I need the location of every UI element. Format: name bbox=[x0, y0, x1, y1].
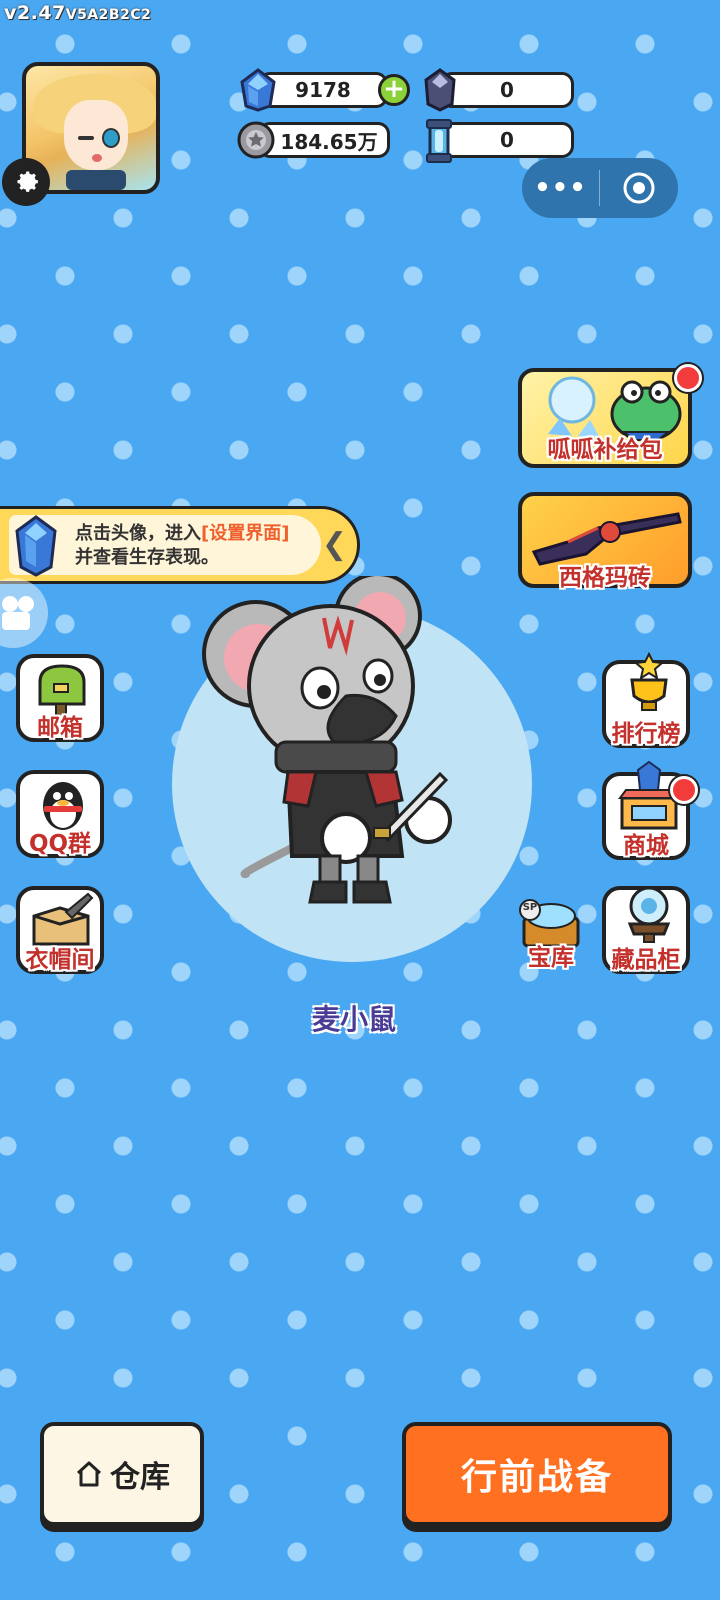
shop-label: 商城 bbox=[623, 833, 669, 859]
add-diamond-button[interactable]: + bbox=[378, 74, 410, 106]
video-camera-icon bbox=[2, 596, 34, 630]
coin-icon bbox=[236, 120, 276, 164]
character-name: 麦小鼠 bbox=[311, 1003, 396, 1036]
tip-text: 点击头像，进入[设置界面] 并查看生存表现。 bbox=[75, 522, 305, 570]
qq-group-label: QQ群 bbox=[28, 831, 92, 857]
prepare-battle-label: 行前战备 bbox=[460, 1457, 613, 1498]
warehouse-button[interactable]: 仓库 bbox=[40, 1422, 204, 1526]
floating-video-handle[interactable] bbox=[0, 578, 48, 648]
tip-prefix: 点击头像，进入 bbox=[75, 523, 201, 544]
mailbox-button[interactable]: 邮箱 bbox=[16, 654, 104, 742]
vault-sp-badge: SP bbox=[522, 902, 538, 913]
collection-cabinet-label: 藏品柜 bbox=[611, 947, 681, 973]
sigma-brick-button[interactable]: 西格玛砖 bbox=[518, 492, 692, 591]
settings-gear-icon[interactable] bbox=[2, 158, 50, 206]
energy-capsule-icon bbox=[424, 118, 464, 163]
home-icon bbox=[76, 1461, 102, 1487]
wardrobe-button[interactable]: 衣帽间 bbox=[16, 886, 104, 974]
version-main: v2.47 bbox=[4, 2, 66, 24]
version-sub: V5A2B2C2 bbox=[65, 7, 152, 23]
shop-notification-dot bbox=[670, 776, 698, 804]
supply-pack-button[interactable]: 呱呱补给包 bbox=[518, 368, 692, 468]
trophy-icon bbox=[630, 652, 668, 711]
dark-crystal-value: 0 bbox=[500, 78, 514, 102]
coin-counter: 184.65万 bbox=[258, 122, 390, 158]
collapse-chevron-icon[interactable]: ❮ bbox=[322, 527, 347, 562]
version-label: v2.47V5A2B2C2 bbox=[4, 2, 151, 24]
diamond-icon bbox=[15, 515, 57, 577]
leaderboard-label: 排行榜 bbox=[611, 721, 681, 747]
collection-cabinet-icon bbox=[627, 886, 671, 943]
tip-suffix: 并查看生存表现。 bbox=[75, 547, 219, 568]
leaderboard-button[interactable]: 排行榜 bbox=[602, 652, 690, 748]
mouse-character[interactable] bbox=[196, 576, 466, 926]
coin-value: 184.65万 bbox=[280, 129, 378, 154]
supply-pack-notification-dot bbox=[674, 364, 702, 392]
warehouse-label: 仓库 bbox=[110, 1460, 170, 1495]
collection-cabinet-button[interactable]: 藏品柜 bbox=[602, 886, 690, 974]
vault-button[interactable]: SP 宝库 bbox=[518, 898, 584, 972]
qq-group-button[interactable]: QQ群 bbox=[16, 770, 104, 858]
mailbox-label: 邮箱 bbox=[37, 715, 83, 741]
capsule-value: 0 bbox=[500, 128, 514, 152]
miniprogram-capsule: ••• bbox=[522, 158, 678, 218]
sigma-brick-label: 西格玛砖 bbox=[559, 565, 651, 591]
tip-highlight: [设置界面] bbox=[201, 523, 290, 544]
more-menu-icon[interactable]: ••• bbox=[522, 173, 599, 203]
wardrobe-label: 衣帽间 bbox=[25, 947, 95, 973]
close-target-icon[interactable] bbox=[600, 170, 677, 206]
dark-crystal-icon bbox=[422, 68, 462, 112]
prepare-battle-button[interactable]: 行前战备 bbox=[402, 1422, 672, 1526]
vault-label: 宝库 bbox=[528, 945, 574, 971]
supply-pack-label: 呱呱补给包 bbox=[547, 437, 663, 463]
diamond-icon bbox=[238, 68, 278, 112]
tip-banner[interactable]: 点击头像，进入[设置界面] 并查看生存表现。 ❮ bbox=[0, 506, 360, 584]
diamond-value: 9178 bbox=[295, 78, 351, 102]
